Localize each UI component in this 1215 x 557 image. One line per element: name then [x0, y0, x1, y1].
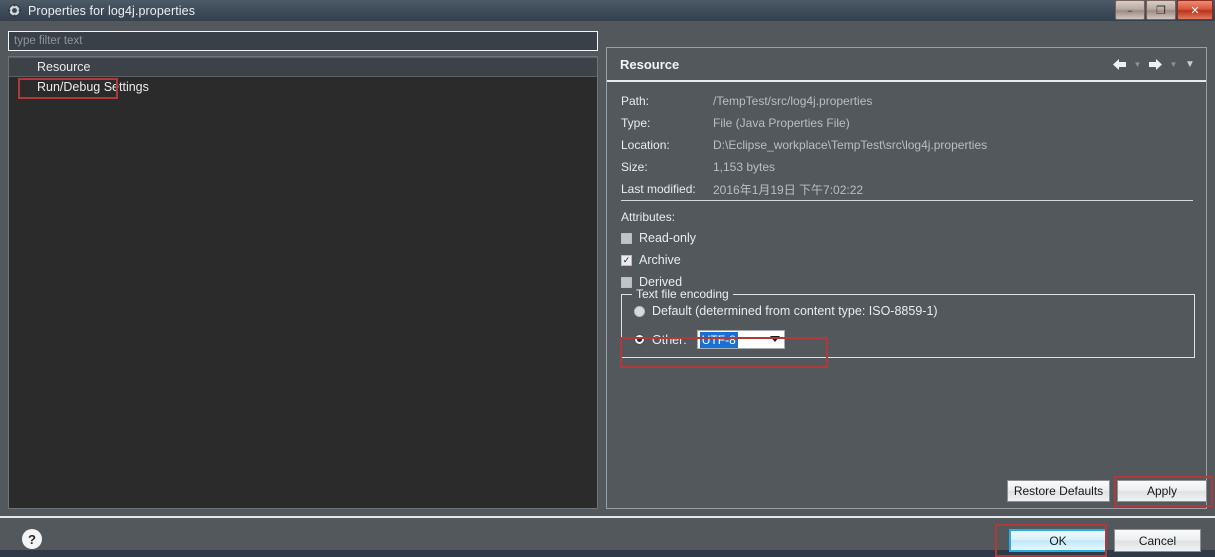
- navigation-icons: ▼ ▼ ▼: [1110, 56, 1198, 72]
- view-menu-chevron-down-icon[interactable]: ▼: [1182, 56, 1198, 72]
- sidebar-item-resource[interactable]: Resource: [9, 57, 597, 77]
- close-icon: ✕: [1190, 3, 1200, 17]
- radio-label: Other:: [652, 332, 687, 347]
- radio-dot: [637, 337, 642, 342]
- forward-arrow-icon[interactable]: [1146, 56, 1165, 72]
- chevron-down-icon[interactable]: [769, 336, 780, 342]
- encoding-combo-value: UTF-8: [699, 331, 738, 348]
- property-value: /TempTest/src/log4j.properties: [713, 94, 873, 108]
- help-icon[interactable]: ?: [22, 529, 42, 549]
- property-row-type: Type: File (Java Properties File): [621, 112, 1196, 134]
- maximize-icon: ❐: [1156, 3, 1166, 17]
- apply-button[interactable]: Apply: [1117, 480, 1207, 502]
- resource-content-pane: Resource ▼ ▼ ▼ Path: /TempTest/src/log4j…: [606, 47, 1207, 509]
- minimize-button[interactable]: –: [1115, 0, 1145, 20]
- archive-checkbox[interactable]: ✓: [621, 254, 632, 266]
- checkbox-row-read-only[interactable]: Read-only: [621, 227, 1021, 249]
- default-encoding-radio[interactable]: [634, 305, 645, 317]
- property-label: Path:: [621, 94, 650, 108]
- checkbox-label: Archive: [639, 253, 681, 267]
- radio-row-default-encoding[interactable]: Default (determined from content type: I…: [634, 304, 938, 318]
- sidebar-item-run-debug-settings[interactable]: Run/Debug Settings: [9, 77, 597, 97]
- properties-dialog: Properties for log4j.properties – ❐ ✕ Re…: [0, 0, 1215, 557]
- attributes-section: Attributes: Read-only ✓ Archive Derived: [621, 206, 1021, 293]
- checkbox-label: Read-only: [639, 231, 696, 245]
- checkbox-row-archive[interactable]: ✓ Archive: [621, 249, 1021, 271]
- page-title: Resource: [620, 56, 680, 72]
- property-value: 2016年1月19日 下午7:02:22: [713, 182, 864, 197]
- read-only-checkbox[interactable]: [621, 232, 632, 244]
- property-list: Path: /TempTest/src/log4j.properties Typ…: [621, 90, 1196, 200]
- property-label: Size:: [621, 160, 648, 174]
- close-button[interactable]: ✕: [1177, 0, 1213, 20]
- window-controls: – ❐ ✕: [1114, 0, 1213, 20]
- minimize-icon: –: [1127, 3, 1133, 17]
- tree-item-label: Run/Debug Settings: [37, 80, 149, 94]
- property-label: Location:: [621, 138, 670, 152]
- radio-row-other-encoding[interactable]: Other: UTF-8: [634, 330, 785, 349]
- forward-menu-chevron-down-icon[interactable]: ▼: [1168, 56, 1179, 72]
- encoding-combo-box[interactable]: UTF-8: [696, 330, 785, 349]
- attributes-label: Attributes:: [621, 209, 676, 224]
- encoding-group-legend: Text file encoding: [632, 287, 733, 301]
- other-encoding-radio[interactable]: [634, 334, 645, 345]
- footer-separator: [0, 516, 1215, 518]
- filter-input[interactable]: [8, 31, 598, 51]
- property-value: File (Java Properties File): [713, 116, 850, 130]
- property-row-location: Location: D:\Eclipse_workplace\TempTest\…: [621, 134, 1196, 156]
- property-value: 1,153 bytes: [713, 160, 776, 174]
- property-separator: [621, 200, 1193, 201]
- back-arrow-icon[interactable]: [1110, 56, 1129, 72]
- radio-label: Default (determined from content type: I…: [652, 304, 938, 318]
- derived-checkbox[interactable]: [621, 276, 632, 288]
- dialog-title: Properties for log4j.properties: [28, 3, 196, 18]
- property-label: Type:: [621, 116, 651, 130]
- gear-icon: [8, 4, 21, 17]
- settings-tree: Resource Run/Debug Settings: [8, 56, 598, 509]
- property-row-size: Size: 1,153 bytes: [621, 156, 1196, 178]
- back-menu-chevron-down-icon[interactable]: ▼: [1132, 56, 1143, 72]
- cancel-button[interactable]: Cancel: [1114, 529, 1201, 552]
- maximize-button[interactable]: ❐: [1146, 0, 1176, 20]
- dialog-title-bar: Properties for log4j.properties: [0, 0, 1215, 21]
- property-row-last-modified: Last modified: 2016年1月19日 下午7:02:22: [621, 178, 1196, 200]
- ok-button[interactable]: OK: [1009, 529, 1107, 552]
- restore-defaults-button[interactable]: Restore Defaults: [1007, 480, 1110, 502]
- property-label: Last modified:: [621, 182, 696, 196]
- text-file-encoding-group: Text file encoding Default (determined f…: [621, 287, 1195, 358]
- settings-tree-pane: Resource Run/Debug Settings: [8, 31, 598, 509]
- dialog-body: Resource Run/Debug Settings Resource ▼: [0, 21, 1215, 557]
- property-row-path: Path: /TempTest/src/log4j.properties: [621, 90, 1196, 112]
- property-value: D:\Eclipse_workplace\TempTest\src\log4j.…: [713, 138, 988, 152]
- tree-item-label: Resource: [37, 60, 91, 74]
